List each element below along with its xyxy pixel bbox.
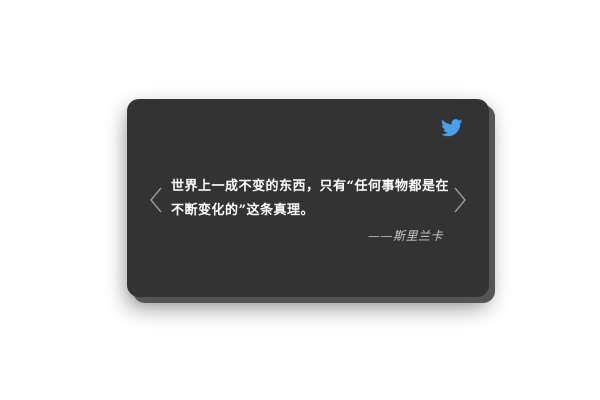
previous-quote-button[interactable] <box>149 187 163 213</box>
next-quote-button[interactable] <box>453 187 467 213</box>
chevron-left-icon <box>150 187 162 213</box>
quote-author: ——斯里兰卡 <box>367 229 443 243</box>
quote-card: 世界上一成不变的东西，只有“任何事物都是在不断变化的”这条真理。 ——斯里兰卡 <box>127 99 489 297</box>
chevron-right-icon <box>454 187 466 213</box>
twitter-icon[interactable] <box>441 119 463 137</box>
quote-text: 世界上一成不变的东西，只有“任何事物都是在不断变化的”这条真理。 <box>171 179 449 218</box>
